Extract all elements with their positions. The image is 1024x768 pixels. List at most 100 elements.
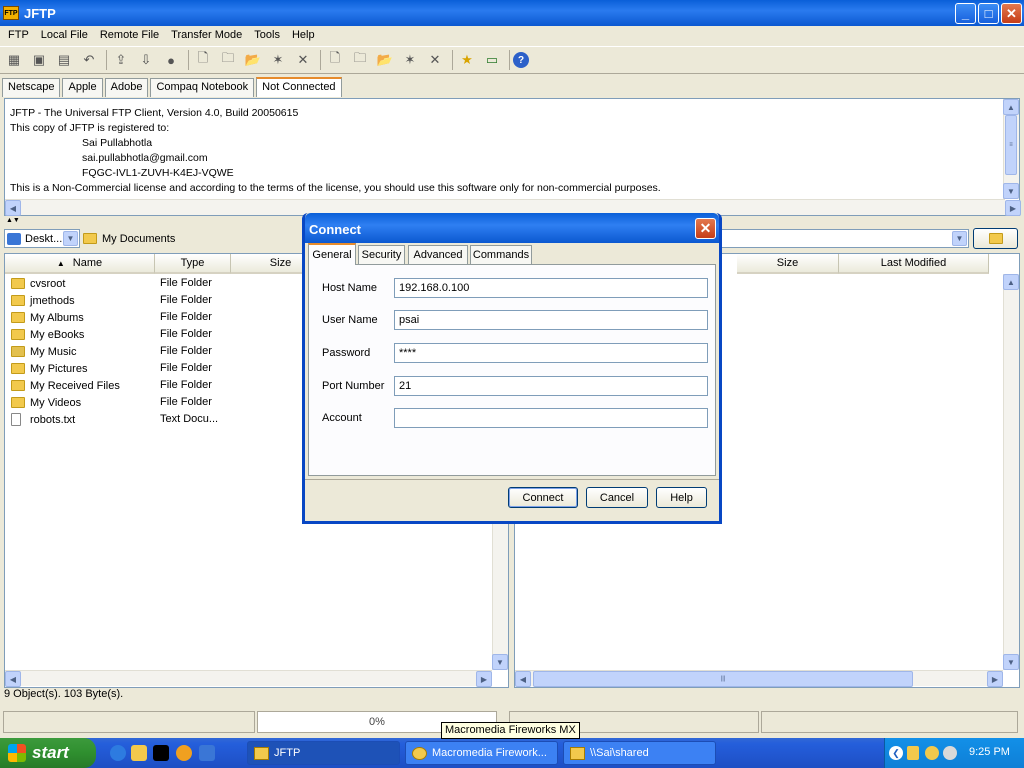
column-size[interactable]: Size	[737, 254, 839, 274]
minimize-button[interactable]: _	[955, 3, 976, 24]
menu-local-file[interactable]: Local File	[35, 29, 94, 41]
desktop-icon[interactable]	[199, 745, 215, 761]
splitter-arrows-icon[interactable]: ▲▼	[6, 217, 20, 224]
open-folder-icon[interactable]: 📂	[242, 49, 264, 71]
chevron-down-icon[interactable]: ▼	[63, 231, 78, 246]
up-folder-icon	[988, 233, 1003, 244]
port-number-input[interactable]: 21	[394, 376, 708, 396]
tab-security[interactable]: Security	[358, 245, 405, 264]
scroll-right-arrow-icon[interactable]: ▶	[987, 671, 1003, 687]
list-item[interactable]: My Pictures File Folder	[11, 360, 212, 377]
scroll-down-arrow-icon[interactable]: ▼	[492, 654, 508, 670]
clock[interactable]: 9:25 PM	[969, 746, 1010, 758]
monitor-icon[interactable]: ▭	[481, 49, 503, 71]
list-item[interactable]: robots.txt Text Docu...	[11, 411, 218, 428]
remote-new-file-icon[interactable]: 🗋	[324, 49, 346, 71]
show-hidden-icons-icon[interactable]: ❮	[889, 746, 903, 760]
cancel-button[interactable]: Cancel	[586, 487, 648, 508]
list-item[interactable]: jmethods File Folder	[11, 292, 212, 309]
tab-commands[interactable]: Commands	[470, 245, 532, 264]
host-name-input[interactable]: 192.168.0.100	[394, 278, 708, 298]
network-icon[interactable]	[943, 746, 957, 760]
remote-horizontal-scrollbar[interactable]: ◀ ||| ▶	[515, 670, 1003, 687]
connect-button[interactable]: Connect	[508, 487, 578, 508]
undo-icon[interactable]: ↶	[78, 49, 100, 71]
bookmark-star-icon[interactable]: ★	[456, 49, 478, 71]
list-item[interactable]: My Albums File Folder	[11, 309, 212, 326]
help-button[interactable]: Help	[656, 487, 707, 508]
new-folder-icon[interactable]: 🗀	[217, 49, 239, 71]
tab-apple[interactable]: Apple	[62, 78, 103, 97]
user-name-input[interactable]: psai	[394, 310, 708, 330]
tab-netscape[interactable]: Netscape	[2, 78, 61, 97]
taskbar-item-jftp[interactable]: JFTP	[247, 741, 400, 765]
list-item[interactable]: My Received Files File Folder	[11, 377, 212, 394]
column-last-modified[interactable]: Last Modified	[839, 254, 989, 274]
menu-remote-file[interactable]: Remote File	[94, 29, 165, 41]
stop-icon[interactable]: ●	[160, 49, 182, 71]
scroll-right-arrow-icon[interactable]: ▶	[1005, 200, 1021, 216]
local-horizontal-scrollbar[interactable]: ◀ ▶	[5, 670, 492, 687]
list-item[interactable]: My Videos File Folder	[11, 394, 212, 411]
delete-remote-icon[interactable]: ✕	[424, 49, 446, 71]
list-item[interactable]: My Music File Folder	[11, 343, 212, 360]
remote-new-folder-icon[interactable]: 🗀	[349, 49, 371, 71]
scroll-left-arrow-icon[interactable]: ◀	[5, 671, 21, 687]
drive-combo[interactable]: Deskt... ▼	[4, 229, 80, 248]
local-path[interactable]: My Documents	[83, 229, 303, 248]
scroll-down-arrow-icon[interactable]: ▼	[1003, 183, 1019, 199]
internet-explorer-icon[interactable]	[110, 745, 126, 761]
disconnect-icon[interactable]: ▤	[53, 49, 75, 71]
scroll-left-arrow-icon[interactable]: ◀	[515, 671, 531, 687]
start-button[interactable]: start	[0, 738, 96, 768]
remote-path-combo[interactable]: ▼	[718, 229, 969, 248]
delete-local-icon[interactable]: ✕	[292, 49, 314, 71]
tab-not-connected[interactable]: Not Connected	[256, 77, 342, 97]
taskbar-item-fireworks[interactable]: Macromedia Firework...	[405, 741, 558, 765]
scroll-right-arrow-icon[interactable]: ▶	[476, 671, 492, 687]
tab-adobe[interactable]: Adobe	[104, 78, 149, 97]
remote-open-folder-icon[interactable]: 📂	[374, 49, 396, 71]
download-icon[interactable]: ⇩	[135, 49, 157, 71]
column-name[interactable]: ▲ Name	[5, 254, 155, 274]
new-file-icon[interactable]: 🗋	[192, 49, 214, 71]
toolbar-separator	[106, 50, 107, 70]
tab-advanced[interactable]: Advanced	[408, 245, 468, 264]
list-item[interactable]: My eBooks File Folder	[11, 326, 212, 343]
scroll-thumb[interactable]: ≡	[1005, 115, 1017, 175]
chevron-down-icon[interactable]: ▼	[952, 231, 967, 246]
menu-help[interactable]: Help	[286, 29, 321, 41]
menu-tools[interactable]: Tools	[248, 29, 286, 41]
menu-ftp[interactable]: FTP	[2, 29, 35, 41]
column-type[interactable]: Type	[155, 254, 231, 274]
site-manager-icon[interactable]: ▣	[28, 49, 50, 71]
close-icon[interactable]: ✕	[695, 218, 716, 239]
new-site-icon[interactable]: ▦	[3, 49, 25, 71]
password-input[interactable]: ****	[394, 343, 708, 363]
scroll-up-arrow-icon[interactable]: ▲	[1003, 274, 1019, 290]
account-input[interactable]	[394, 408, 708, 428]
scroll-down-arrow-icon[interactable]: ▼	[1003, 654, 1019, 670]
quick-launch-icon[interactable]	[176, 745, 192, 761]
scroll-up-arrow-icon[interactable]: ▲	[1003, 99, 1019, 115]
scroll-thumb[interactable]: |||	[533, 671, 913, 687]
refresh-local-icon[interactable]: ✶	[267, 49, 289, 71]
taskbar-item-shared-folder[interactable]: \\Sai\shared	[563, 741, 716, 765]
tab-compaq-notebook[interactable]: Compaq Notebook	[150, 78, 255, 97]
menu-transfer-mode[interactable]: Transfer Mode	[165, 29, 248, 41]
remote-vertical-scrollbar[interactable]: ▲ ▼	[1003, 274, 1019, 670]
close-window-button[interactable]: ✕	[1001, 3, 1022, 24]
help-icon[interactable]: ?	[513, 52, 529, 68]
command-prompt-icon[interactable]	[153, 745, 169, 761]
messenger-icon[interactable]	[925, 746, 939, 760]
refresh-remote-icon[interactable]: ✶	[399, 49, 421, 71]
parent-folder-button[interactable]	[973, 228, 1018, 249]
upload-icon[interactable]: ⇪	[110, 49, 132, 71]
maximize-button[interactable]: □	[978, 3, 999, 24]
security-shield-icon[interactable]	[907, 746, 919, 760]
list-item[interactable]: cvsroot File Folder	[11, 275, 212, 292]
scroll-left-arrow-icon[interactable]: ◀	[5, 200, 21, 216]
log-vertical-scrollbar[interactable]: ▲ ≡ ▼	[1003, 99, 1019, 199]
tab-general[interactable]: General	[308, 243, 356, 265]
explorer-icon[interactable]	[131, 745, 147, 761]
